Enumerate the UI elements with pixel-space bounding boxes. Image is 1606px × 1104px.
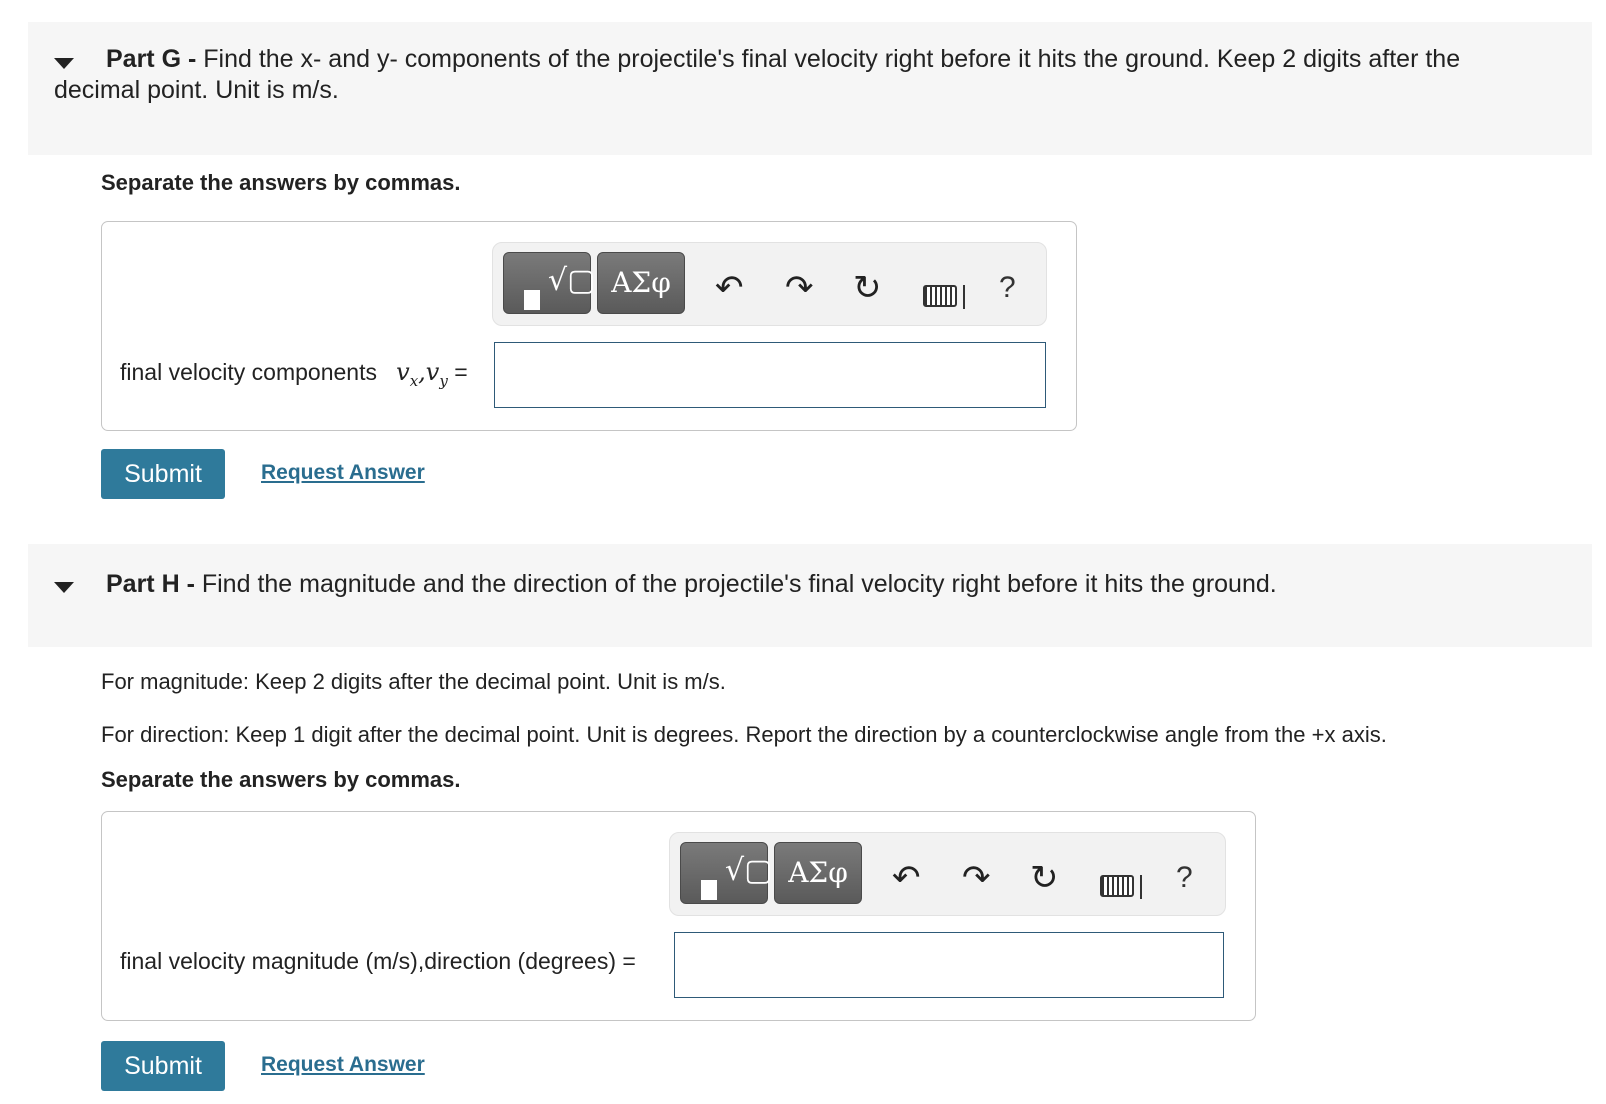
part-g-label: Part G - xyxy=(106,45,197,73)
templates-button[interactable]: √▢ xyxy=(680,842,772,904)
part-h-instruction: Separate the answers by commas. xyxy=(101,767,461,792)
part-h-title: Part H - Find the magnitude and the dire… xyxy=(54,569,1522,600)
part-g-title: Part G - Find the x- and y- components o… xyxy=(54,44,1522,106)
part-h-answer-box: √▢ ΑΣφ ↶ ↷ ↻ ? final velocity magnitude … xyxy=(101,811,1256,1021)
templates-icon xyxy=(701,880,717,900)
templates-icon xyxy=(524,290,540,310)
part-h-label: Part H - xyxy=(106,570,195,598)
part-g-field-label: final velocity components vx,vy = xyxy=(120,358,468,390)
part-g-submit-button[interactable]: Submit xyxy=(101,449,225,499)
part-g-prompt: Find the x- and y- components of the pro… xyxy=(54,45,1461,104)
undo-icon[interactable]: ↶ xyxy=(715,271,744,305)
symbols-button[interactable]: ΑΣφ xyxy=(774,842,862,904)
redo-icon[interactable]: ↷ xyxy=(785,271,814,305)
part-h-field-label: final velocity magnitude (m/s),direction… xyxy=(120,948,636,974)
reset-icon[interactable]: ↻ xyxy=(1030,861,1059,895)
keyboard-icon[interactable] xyxy=(1100,875,1134,897)
part-g-answer-box: √▢ ΑΣφ ↶ ↷ ↻ ? final velocity components… xyxy=(101,221,1077,431)
part-h-answer-input[interactable] xyxy=(674,932,1224,998)
templates-button[interactable]: √▢ xyxy=(503,252,595,314)
keyboard-icon[interactable] xyxy=(923,285,957,307)
part-g-instruction: Separate the answers by commas. xyxy=(101,170,461,195)
part-h-header: Part H - Find the magnitude and the dire… xyxy=(28,544,1592,647)
help-icon[interactable]: ? xyxy=(999,271,1016,305)
part-h-request-answer-link[interactable]: Request Answer xyxy=(261,1053,425,1077)
part-h-submit-button[interactable]: Submit xyxy=(101,1041,225,1091)
math-toolbar: √▢ ΑΣφ ↶ ↷ ↻ ? xyxy=(669,832,1226,916)
part-h-direction-instruction: For direction: Keep 1 digit after the de… xyxy=(101,722,1387,747)
redo-icon[interactable]: ↷ xyxy=(962,861,991,895)
part-h-magnitude-instruction: For magnitude: Keep 2 digits after the d… xyxy=(101,669,726,694)
help-icon[interactable]: ? xyxy=(1176,861,1193,895)
reset-icon[interactable]: ↻ xyxy=(853,271,882,305)
symbols-button[interactable]: ΑΣφ xyxy=(597,252,685,314)
part-g-answer-input[interactable] xyxy=(494,342,1046,408)
undo-icon[interactable]: ↶ xyxy=(892,861,921,895)
math-toolbar: √▢ ΑΣφ ↶ ↷ ↻ ? xyxy=(492,242,1047,326)
vx-vy-math: vx,vy xyxy=(396,358,448,390)
part-g-header: Part G - Find the x- and y- components o… xyxy=(28,22,1592,155)
part-g-request-answer-link[interactable]: Request Answer xyxy=(261,461,425,485)
part-h-prompt: Find the magnitude and the direction of … xyxy=(201,570,1277,598)
